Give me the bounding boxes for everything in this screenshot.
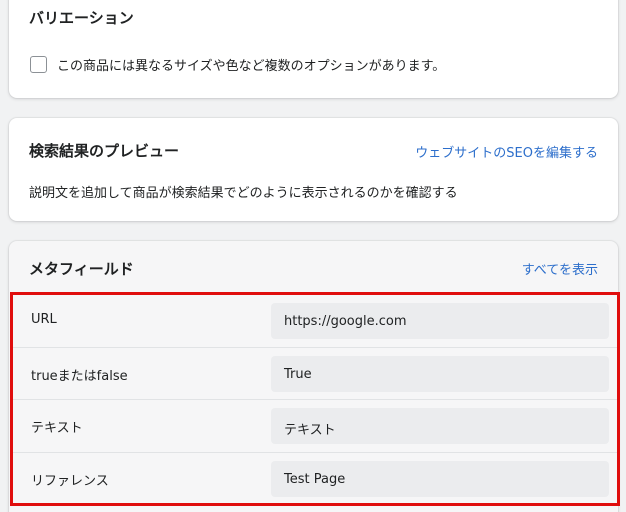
multiple-options-label[interactable]: この商品には異なるサイズや色など複数のオプションがあります。 (57, 55, 445, 74)
metafield-value-field[interactable]: Test Page (271, 460, 609, 497)
metafield-value-field[interactable]: テキスト (271, 408, 609, 444)
metafield-value-field[interactable]: https://google.com (271, 303, 609, 339)
metafield-row-reference: リファレンス Test Page (13, 453, 617, 506)
metafield-label: trueまたはfalse (31, 368, 128, 384)
metafield-row-boolean: trueまたはfalse True (13, 348, 617, 400)
multiple-options-checkbox[interactable] (30, 56, 47, 73)
metafield-value-field[interactable]: True (271, 355, 609, 392)
seo-preview-title: 検索結果のプレビュー (29, 142, 180, 160)
metafield-label: リファレンス (31, 473, 109, 489)
edit-seo-link[interactable]: ウェブサイトのSEOを編集する (415, 142, 598, 161)
metafields-highlight: URL https://google.com trueまたはfalse True… (10, 292, 620, 506)
multiple-options-option[interactable]: この商品には異なるサイズや色など複数のオプションがあります。 (30, 55, 445, 74)
metafield-row-text: テキスト テキスト (13, 400, 617, 453)
seo-preview-card: 検索結果のプレビュー ウェブサイトのSEOを編集する 説明文を追加して商品が検索… (9, 118, 618, 221)
show-all-metafields-link[interactable]: すべてを表示 (522, 259, 598, 278)
metafield-label: URL (31, 312, 57, 327)
metafield-row-url: URL https://google.com (13, 295, 617, 348)
variations-card: バリエーション この商品には異なるサイズや色など複数のオプションがあります。 (9, 0, 618, 98)
seo-preview-description: 説明文を追加して商品が検索結果でどのように表示されるのかを確認する (29, 186, 458, 201)
metafields-title: メタフィールド (29, 260, 134, 278)
variations-title: バリエーション (29, 9, 134, 27)
metafield-label: テキスト (31, 421, 83, 436)
